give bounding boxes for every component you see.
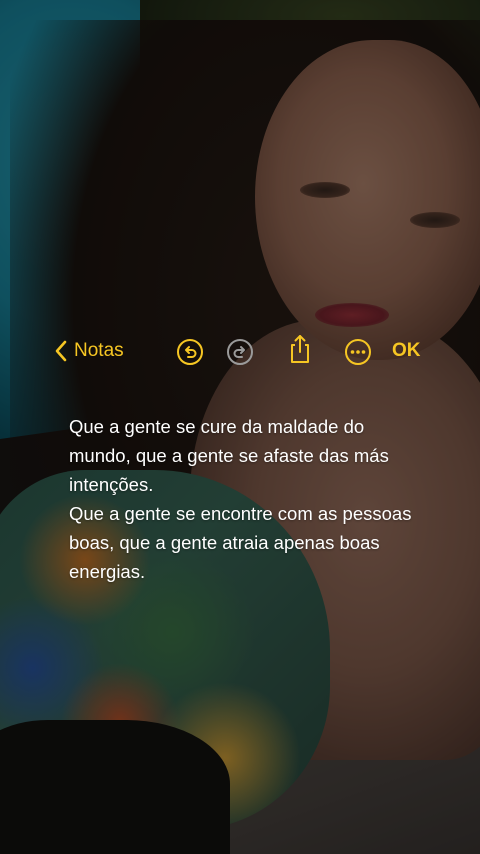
- note-paragraph-2: Que a gente se encontre com as pessoas b…: [69, 503, 412, 582]
- note-body[interactable]: Que a gente se cure da maldade do mundo,…: [69, 412, 429, 586]
- undo-button[interactable]: [176, 338, 204, 366]
- back-button[interactable]: Notas: [54, 338, 124, 364]
- redo-button[interactable]: [226, 338, 254, 366]
- done-button[interactable]: OK: [392, 338, 421, 364]
- share-icon: [286, 333, 314, 365]
- chevron-left-icon: [54, 339, 68, 363]
- redo-icon: [226, 338, 254, 366]
- share-button[interactable]: [286, 335, 314, 363]
- back-label: Notas: [74, 340, 124, 361]
- notes-toolbar: Notas OK: [0, 332, 480, 372]
- undo-icon: [176, 338, 204, 366]
- screen: Notas OK Que a gente se cure da maldade …: [0, 0, 480, 854]
- note-paragraph-1: Que a gente se cure da maldade do mundo,…: [69, 416, 389, 495]
- more-button[interactable]: [344, 338, 372, 366]
- ellipsis-circle-icon: [344, 338, 372, 366]
